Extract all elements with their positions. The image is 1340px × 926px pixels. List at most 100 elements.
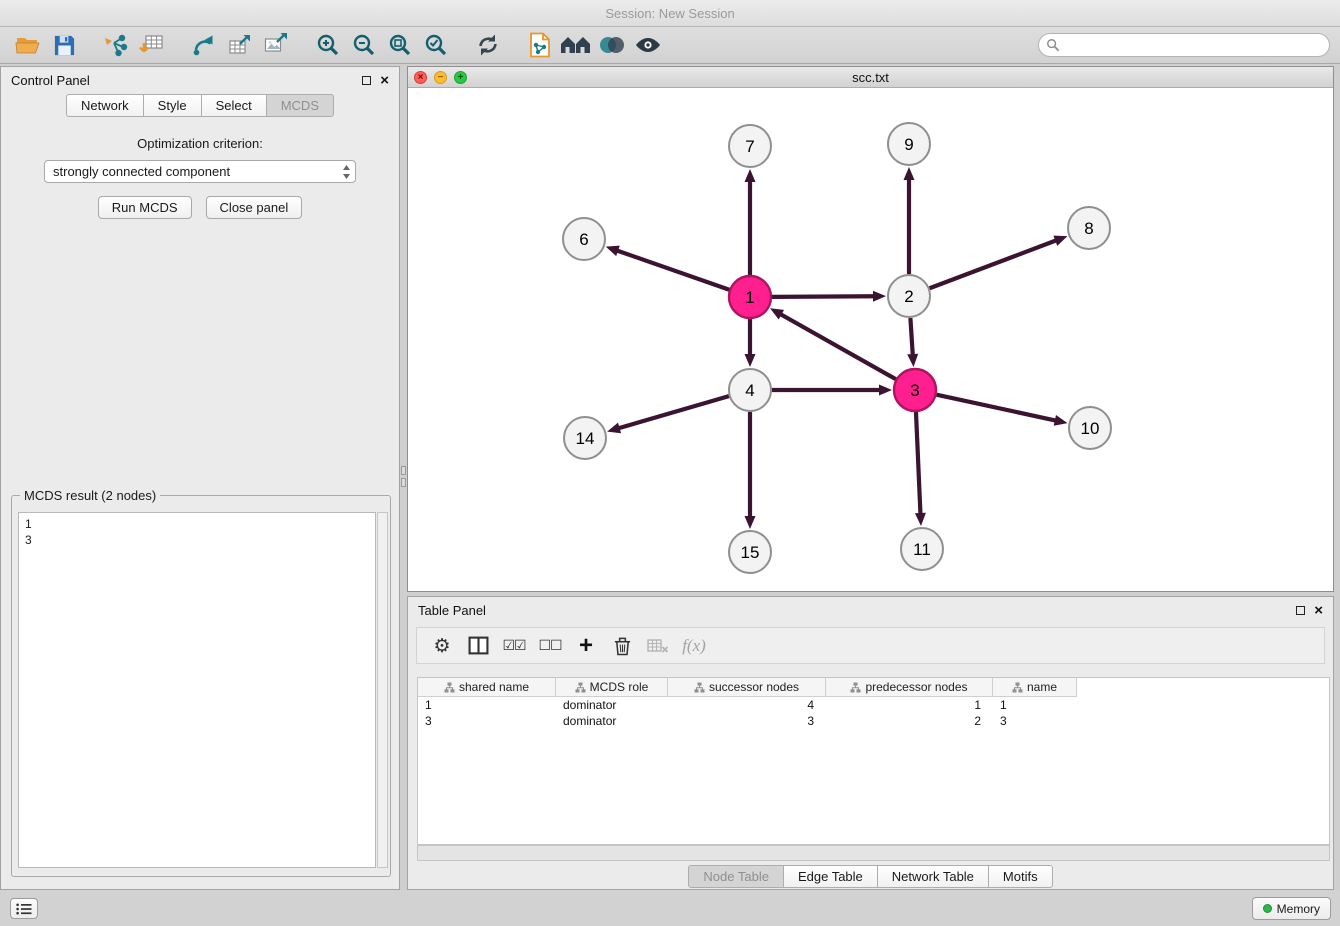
clone-network-button[interactable] — [186, 29, 222, 61]
network-edge-2-8[interactable] — [930, 240, 1058, 288]
table-row[interactable]: 3dominator323 — [418, 713, 1329, 729]
column-header-shared-name[interactable]: shared name — [418, 678, 556, 697]
column-header-successor-nodes[interactable]: successor nodes — [668, 678, 826, 697]
network-node-10[interactable]: 10 — [1069, 407, 1111, 449]
network-canvas[interactable]: 7 9 6 8 1 2 4 3 14 10 15 11 — [408, 88, 1333, 591]
search-icon — [1046, 38, 1060, 52]
table-cell[interactable]: 1 — [418, 697, 556, 713]
column-header-MCDS-role[interactable]: MCDS role — [556, 678, 668, 697]
table-cell[interactable]: dominator — [556, 713, 668, 729]
mcds-result-group: MCDS result (2 nodes) 13 — [11, 495, 391, 877]
zoom-in-icon — [315, 32, 341, 58]
tab-network[interactable]: Network — [66, 94, 144, 117]
float-panel-icon[interactable] — [362, 76, 371, 85]
refresh-layout-button[interactable] — [470, 29, 506, 61]
delete-table-button[interactable] — [643, 631, 673, 661]
network-edge-4-14[interactable] — [618, 396, 729, 428]
zoom-selected-button[interactable] — [418, 29, 454, 61]
table-cell[interactable]: 1 — [826, 697, 993, 713]
float-table-panel-icon[interactable] — [1296, 606, 1305, 615]
search-input[interactable] — [1038, 33, 1330, 57]
zoom-fit-button[interactable] — [382, 29, 418, 61]
mcds-result-list[interactable]: 13 — [18, 512, 376, 868]
network-edge-1-6[interactable] — [616, 250, 729, 290]
tab-mcds[interactable]: MCDS — [266, 94, 334, 117]
task-history-button[interactable] — [10, 898, 38, 919]
table-settings-button[interactable]: ⚙ — [427, 631, 457, 661]
show-hide-button[interactable] — [630, 29, 666, 61]
close-panel-icon[interactable]: × — [380, 76, 389, 86]
style-button[interactable] — [594, 29, 630, 61]
table-cell[interactable]: 3 — [668, 713, 826, 729]
run-mcds-button[interactable]: Run MCDS — [98, 196, 192, 219]
network-edge-3-11[interactable] — [916, 412, 921, 515]
table-cell[interactable]: 1 — [993, 697, 1077, 713]
network-node-7[interactable]: 7 — [729, 125, 771, 167]
table-cell[interactable]: 3 — [993, 713, 1077, 729]
add-column-button[interactable]: + — [571, 631, 601, 661]
network-node-2[interactable]: 2 — [888, 275, 930, 317]
close-table-panel-icon[interactable]: × — [1314, 606, 1323, 616]
show-columns-button[interactable] — [463, 631, 493, 661]
column-header-predecessor-nodes[interactable]: predecessor nodes — [826, 678, 993, 697]
network-edge-1-2[interactable] — [772, 296, 875, 297]
edge-arrowhead — [907, 354, 918, 367]
export-image-icon — [263, 32, 289, 58]
tab-network-table[interactable]: Network Table — [877, 865, 989, 888]
tab-edge-table[interactable]: Edge Table — [783, 865, 878, 888]
open-session-button[interactable] — [10, 29, 46, 61]
table-row[interactable]: 1dominator411 — [418, 697, 1329, 713]
tab-style[interactable]: Style — [143, 94, 202, 117]
control-panel: Control Panel × NetworkStyleSelectMCDS O… — [0, 66, 400, 890]
import-network-button[interactable] — [98, 29, 134, 61]
network-node-14[interactable]: 14 — [564, 417, 606, 459]
close-window-icon[interactable]: × — [414, 71, 427, 84]
zoom-in-button[interactable] — [310, 29, 346, 61]
network-document-icon — [528, 32, 552, 58]
panel-splitter[interactable] — [400, 66, 407, 890]
network-node-4[interactable]: 4 — [729, 369, 771, 411]
network-window-titlebar[interactable]: × − + scc.txt — [408, 67, 1333, 88]
minimize-window-icon[interactable]: − — [434, 71, 447, 84]
style-palette-icon — [598, 34, 626, 56]
network-edge-2-3[interactable] — [910, 318, 912, 356]
optimization-select[interactable]: strongly connected component — [44, 160, 356, 183]
delete-column-button[interactable] — [607, 631, 637, 661]
memory-button[interactable]: Memory — [1252, 897, 1331, 920]
network-node-11[interactable]: 11 — [901, 528, 943, 570]
import-table-button[interactable] — [134, 29, 170, 61]
table-cell[interactable]: 4 — [668, 697, 826, 713]
network-edge-3-1[interactable] — [780, 314, 896, 380]
deselect-all-button[interactable]: ☐☐ — [535, 631, 565, 661]
select-all-button[interactable]: ☑☑ — [499, 631, 529, 661]
table-cell[interactable]: dominator — [556, 697, 668, 713]
network-node-15[interactable]: 15 — [729, 531, 771, 573]
gear-icon: ⚙ — [433, 635, 450, 657]
column-header-name[interactable]: name — [993, 678, 1077, 697]
table-hscrollbar[interactable] — [417, 845, 1330, 861]
table-cell[interactable]: 2 — [826, 713, 993, 729]
traffic-lights: × − + — [414, 71, 467, 84]
export-table-button[interactable] — [222, 29, 258, 61]
close-panel-button[interactable]: Close panel — [206, 196, 303, 219]
save-session-button[interactable] — [46, 29, 82, 61]
tab-select[interactable]: Select — [201, 94, 267, 117]
network-node-6[interactable]: 6 — [563, 218, 605, 260]
tab-motifs[interactable]: Motifs — [988, 865, 1053, 888]
network-node-8[interactable]: 8 — [1068, 207, 1110, 249]
maximize-window-icon[interactable]: + — [454, 71, 467, 84]
network-node-9[interactable]: 9 — [888, 123, 930, 165]
table-cell[interactable]: 3 — [418, 713, 556, 729]
result-scrollbar[interactable] — [377, 512, 388, 868]
network-node-1[interactable]: 1 — [729, 276, 771, 318]
function-builder-button[interactable]: f(x) — [679, 631, 709, 661]
network-node-3[interactable]: 3 — [894, 369, 936, 411]
svg-text:10: 10 — [1081, 419, 1100, 438]
network-file-button[interactable] — [522, 29, 558, 61]
svg-text:11: 11 — [913, 540, 931, 559]
network-edge-3-10[interactable] — [936, 395, 1056, 421]
zoom-out-button[interactable] — [346, 29, 382, 61]
tab-node-table[interactable]: Node Table — [688, 865, 784, 888]
export-image-button[interactable] — [258, 29, 294, 61]
overview-button[interactable] — [558, 29, 594, 61]
